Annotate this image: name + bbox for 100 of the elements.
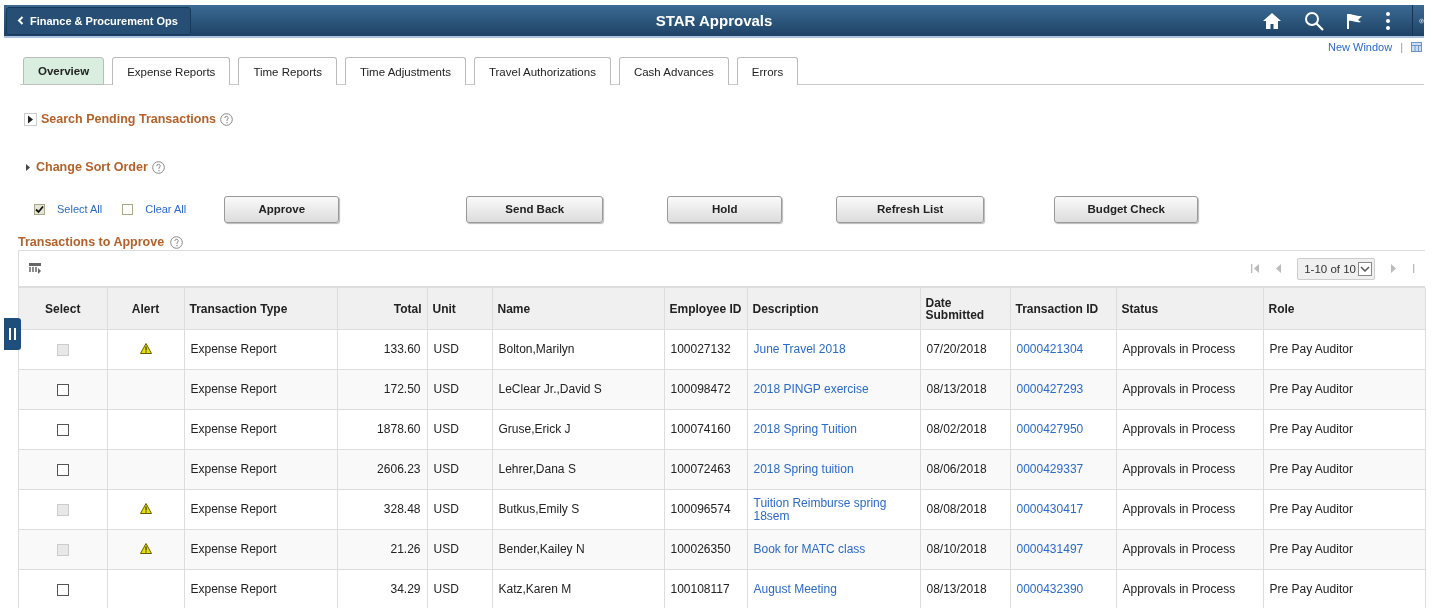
- description-link[interactable]: 2018 Spring Tuition: [753, 423, 857, 436]
- table-cell: Pre Pay Auditor: [1269, 382, 1353, 396]
- grid-personalize-icon[interactable]: [29, 263, 42, 274]
- dropdown-chevron-icon: [1358, 261, 1372, 276]
- more-icon[interactable]: [1386, 11, 1390, 30]
- page-range-dropdown[interactable]: 1-10 of 10: [1297, 257, 1375, 280]
- row-checkbox[interactable]: [56, 383, 69, 396]
- transaction-id-link[interactable]: 0000427950: [1016, 423, 1084, 436]
- table-cell: Bolton,Marilyn: [498, 342, 575, 356]
- tab[interactable]: Time Adjustments: [344, 57, 466, 85]
- table-cell: 08/08/2018: [926, 502, 987, 516]
- table-cell: 100027132: [670, 342, 731, 356]
- table-cell: 08/06/2018: [926, 462, 987, 476]
- table-cell: USD: [433, 502, 459, 516]
- tab[interactable]: Travel Authorizations: [473, 57, 611, 85]
- table-cell: Expense Report: [190, 422, 277, 436]
- table-cell: Lehrer,Dana S: [498, 462, 576, 476]
- table-cell: Approvals in Process: [1122, 422, 1236, 436]
- table-cell: 172.50: [383, 382, 421, 396]
- action-button[interactable]: Approve: [224, 195, 340, 223]
- table-cell: USD: [433, 342, 459, 356]
- link-separator: |: [1400, 41, 1403, 53]
- clear-all-link[interactable]: Clear All: [145, 203, 187, 215]
- back-chevron-icon: [17, 16, 24, 25]
- column-header: Status: [1121, 302, 1159, 315]
- table-cell: USD: [433, 462, 459, 476]
- description-link[interactable]: 2018 PINGP exercise: [753, 383, 869, 396]
- tab[interactable]: Overview: [23, 57, 105, 85]
- table-cell: 100098472: [670, 382, 731, 396]
- table-cell: 328.48: [383, 502, 421, 516]
- column-header: Unit: [432, 302, 456, 315]
- table-cell: 1878.60: [377, 422, 421, 436]
- column-header: Transaction ID: [1015, 302, 1099, 315]
- action-button[interactable]: Hold: [667, 195, 783, 223]
- back-button[interactable]: Finance & Procurement Ops: [6, 6, 191, 35]
- table-cell: 100072463: [670, 462, 731, 476]
- transaction-id-link[interactable]: 0000432390: [1016, 583, 1084, 596]
- table-cell: 2606.23: [377, 462, 421, 476]
- row-checkbox[interactable]: [56, 463, 69, 476]
- row-checkbox[interactable]: [56, 583, 69, 596]
- table-cell: 133.60: [383, 342, 421, 356]
- checkbox-icon[interactable]: [122, 203, 134, 215]
- table-cell: Gruse,Erick J: [498, 422, 571, 436]
- table-cell: Bender,Kailey N: [498, 542, 585, 556]
- table-cell: Expense Report: [190, 582, 277, 596]
- checkbox-icon[interactable]: [34, 203, 45, 215]
- section-link[interactable]: Change Sort Order: [36, 160, 148, 174]
- table-cell: 100026350: [670, 542, 731, 556]
- help-icon[interactable]: [220, 112, 234, 126]
- help-icon[interactable]: [151, 160, 165, 174]
- table-cell: USD: [433, 422, 459, 436]
- expand-icon[interactable]: [24, 162, 32, 172]
- action-button[interactable]: Refresh List: [836, 195, 985, 223]
- table-cell: Expense Report: [190, 502, 277, 516]
- new-window-link[interactable]: New Window: [1327, 41, 1393, 53]
- column-header: Total: [393, 302, 422, 315]
- flag-icon[interactable]: [1346, 11, 1364, 30]
- column-header: Name: [497, 302, 531, 315]
- warning-icon: [139, 542, 152, 554]
- table-cell: Katz,Karen M: [498, 582, 572, 596]
- action-button[interactable]: Send Back: [466, 195, 604, 223]
- search-icon[interactable]: [1304, 10, 1324, 31]
- table-cell: 21.26: [390, 542, 421, 556]
- table-cell: Approvals in Process: [1122, 462, 1236, 476]
- warning-icon: [139, 342, 152, 354]
- select-all-link[interactable]: Select All: [57, 203, 103, 215]
- home-icon[interactable]: [1262, 11, 1282, 30]
- table-cell: Approvals in Process: [1122, 542, 1236, 556]
- transaction-id-link[interactable]: 0000427293: [1016, 383, 1084, 396]
- action-button[interactable]: Budget Check: [1054, 195, 1199, 223]
- column-header: Employee ID: [669, 302, 742, 315]
- expand-icon[interactable]: [24, 112, 37, 126]
- grid-title: Transactions to Approve: [18, 235, 165, 249]
- table-cell: 08/13/2018: [926, 382, 987, 396]
- table-cell: USD: [433, 582, 459, 596]
- page-title: STAR Approvals: [655, 12, 773, 29]
- table-cell: 100108117: [670, 582, 730, 596]
- tab[interactable]: Cash Advances: [618, 57, 729, 85]
- section-link[interactable]: Search Pending Transactions: [41, 112, 217, 126]
- transaction-id-link[interactable]: 0000429337: [1016, 463, 1084, 476]
- side-panel-handle[interactable]: [4, 318, 21, 350]
- table-cell: Pre Pay Auditor: [1269, 462, 1353, 476]
- tab[interactable]: Time Reports: [238, 57, 337, 85]
- column-header: Transaction Type: [189, 302, 288, 315]
- warning-icon: [139, 502, 152, 514]
- table-cell: 34.29: [390, 582, 421, 596]
- table-cell: 07/20/2018: [926, 342, 987, 356]
- help-icon[interactable]: [170, 235, 184, 249]
- table-cell: Approvals in Process: [1122, 342, 1236, 356]
- description-link[interactable]: August Meeting: [753, 583, 837, 596]
- table-cell: Butkus,Emily S: [498, 502, 580, 516]
- tab[interactable]: Expense Reports: [112, 57, 231, 85]
- table-cell: Expense Report: [190, 542, 277, 556]
- description-link[interactable]: 2018 Spring tuition: [753, 463, 854, 476]
- table-cell: 08/02/2018: [926, 422, 987, 436]
- tab[interactable]: Errors: [736, 57, 799, 85]
- row-checkbox[interactable]: [56, 423, 69, 436]
- table-cell: Pre Pay Auditor: [1269, 582, 1353, 596]
- table-cell: Pre Pay Auditor: [1269, 542, 1353, 556]
- table-cell: USD: [433, 542, 459, 556]
